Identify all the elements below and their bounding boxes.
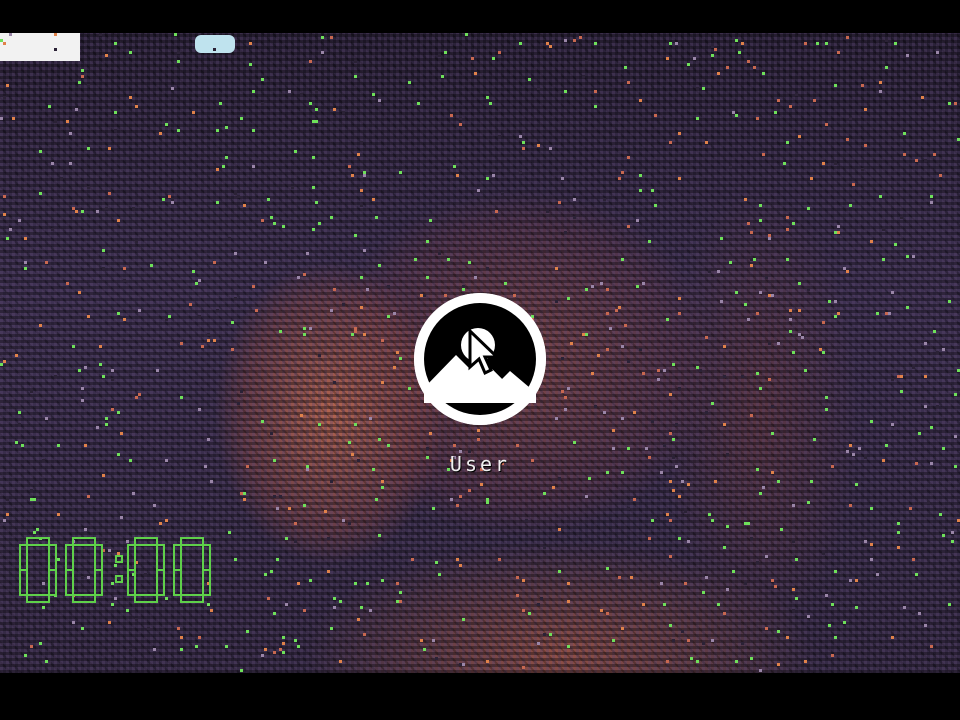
clock-segment	[48, 544, 57, 571]
clock-digit	[127, 537, 165, 603]
clock-segment	[202, 569, 211, 596]
clock-segment	[180, 537, 204, 546]
clock-segment	[173, 569, 182, 596]
clock-segment	[134, 537, 158, 546]
clock-segment	[65, 569, 74, 596]
clock-segment	[156, 544, 165, 571]
clock-segment	[180, 594, 204, 603]
user-avatar-button[interactable]	[414, 293, 546, 425]
clock-digit	[173, 537, 211, 603]
clock-segment	[94, 569, 103, 596]
clock-segment	[19, 569, 28, 596]
clock-segment	[48, 569, 57, 596]
clock-segment	[65, 544, 74, 571]
clock-segment	[134, 594, 158, 603]
clock-colon-dot	[115, 575, 123, 583]
clock-segment	[127, 544, 136, 571]
clock-segment	[19, 544, 28, 571]
clock-digit	[65, 537, 103, 603]
clock-segment	[202, 544, 211, 571]
clock-segment	[26, 594, 50, 603]
mouse-pointer-icon	[468, 329, 501, 376]
lock-screen: User	[0, 0, 960, 720]
clock-colon-dot	[115, 555, 123, 563]
clock-segment	[173, 544, 182, 571]
clock-display	[19, 537, 211, 603]
clock-segment	[127, 569, 136, 596]
clock-segment	[26, 537, 50, 546]
clock-segment	[156, 569, 165, 596]
clock-segment	[72, 537, 96, 546]
clock-segment	[72, 594, 96, 603]
username-label: User	[449, 452, 511, 476]
clock-digit	[19, 537, 57, 603]
clock-segment	[94, 544, 103, 571]
